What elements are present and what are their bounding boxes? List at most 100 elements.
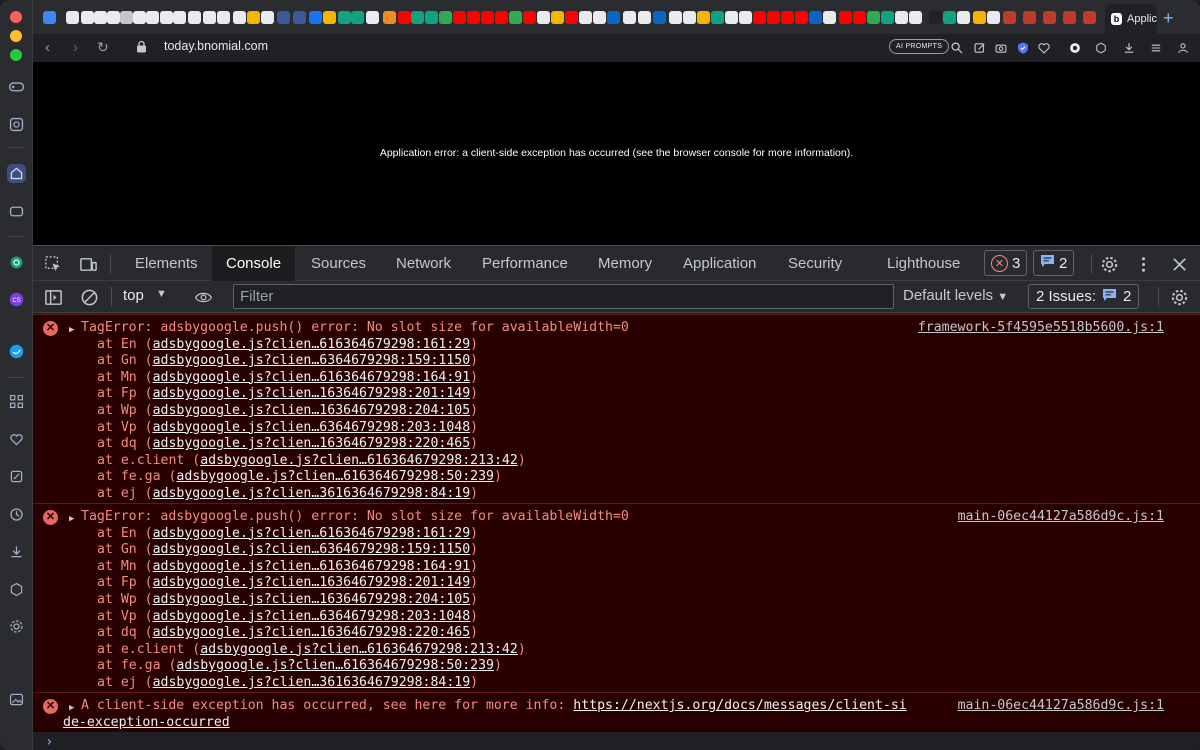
tab-icon-61[interactable] bbox=[929, 11, 942, 24]
error-source-link[interactable]: framework-5f4595e5518b5600.js:1 bbox=[918, 320, 1164, 337]
chatgpt-tab-icon-2[interactable] bbox=[188, 11, 201, 24]
frame-link[interactable]: adsbygoogle.js?clien…6364679298:159:1150 bbox=[153, 353, 471, 368]
tab-icon-38[interactable] bbox=[593, 11, 606, 24]
frame-link[interactable]: adsbygoogle.js?clien…616364679298:50:239 bbox=[176, 469, 494, 484]
nextjs-docs-link-continued[interactable]: de-exception-occurred bbox=[63, 715, 230, 730]
reload-button[interactable]: ↻ bbox=[97, 39, 109, 56]
twitter-icon[interactable] bbox=[7, 342, 26, 361]
home-icon[interactable] bbox=[7, 164, 26, 183]
maximize-window-button[interactable] bbox=[10, 49, 22, 61]
heart-icon[interactable] bbox=[7, 430, 26, 449]
frame-link[interactable]: adsbygoogle.js?clien…3616364679298:84:19 bbox=[153, 486, 471, 501]
github-tab-icon-3[interactable] bbox=[146, 11, 159, 24]
tab-icon-26[interactable] bbox=[425, 11, 438, 24]
frame-link[interactable]: adsbygoogle.js?clien…616364679298:50:239 bbox=[176, 658, 494, 673]
minimize-window-button[interactable] bbox=[10, 30, 22, 42]
youtube-tab-icon-4[interactable] bbox=[481, 11, 494, 24]
github-tab-icon-6[interactable] bbox=[579, 11, 592, 24]
tab-icon-70[interactable] bbox=[1083, 11, 1096, 24]
youtube-tab-icon-10[interactable] bbox=[781, 11, 794, 24]
tab-icon-13[interactable] bbox=[233, 11, 246, 24]
tab-icon-67[interactable] bbox=[1023, 11, 1036, 24]
more-options-icon[interactable] bbox=[1133, 254, 1153, 274]
frame-link[interactable]: adsbygoogle.js?clien…16364679298:201:149 bbox=[153, 575, 471, 590]
frame-link[interactable]: adsbygoogle.js?clien…616364679298:164:91 bbox=[153, 370, 471, 385]
tab-icon-8[interactable] bbox=[160, 11, 173, 24]
lock-icon[interactable] bbox=[136, 40, 147, 58]
menu-icon[interactable] bbox=[1148, 40, 1163, 55]
github-tab-icon-4[interactable] bbox=[203, 11, 216, 24]
frame-link[interactable]: adsbygoogle.js?clien…3616364679298:84:19 bbox=[153, 675, 471, 690]
tab-icon-64[interactable] bbox=[973, 11, 986, 24]
log-levels-dropdown[interactable]: Default levels ▼ bbox=[903, 287, 1008, 304]
tab-console[interactable]: Console bbox=[212, 246, 296, 281]
tab-icon-17[interactable] bbox=[293, 11, 306, 24]
github-tab-icon[interactable] bbox=[66, 11, 79, 24]
youtube-tab-icon-3[interactable] bbox=[467, 11, 480, 24]
tab-icon-54[interactable] bbox=[823, 11, 836, 24]
download-icon[interactable] bbox=[7, 542, 26, 561]
search-icon[interactable] bbox=[949, 40, 964, 55]
profile-icon[interactable] bbox=[1175, 40, 1190, 55]
tab-icon-16[interactable] bbox=[277, 11, 290, 24]
tab-memory[interactable]: Memory bbox=[584, 246, 666, 281]
tab-icon-48[interactable] bbox=[739, 11, 752, 24]
frame-link[interactable]: adsbygoogle.js?clien…16364679298:204:105 bbox=[153, 403, 471, 418]
close-window-button[interactable] bbox=[10, 11, 22, 23]
tab-icon-18[interactable] bbox=[309, 11, 322, 24]
tab-icon-62[interactable] bbox=[943, 11, 956, 24]
x-tab-icon-3[interactable] bbox=[909, 11, 922, 24]
tab-icon-9[interactable] bbox=[173, 11, 186, 24]
tab-icon-59[interactable] bbox=[895, 11, 908, 24]
tab-icon-25[interactable] bbox=[411, 11, 424, 24]
console-prompt-icon[interactable]: › bbox=[45, 734, 53, 750]
image-icon[interactable] bbox=[7, 690, 26, 709]
frame-link[interactable]: adsbygoogle.js?clien…616364679298:213:42 bbox=[200, 453, 518, 468]
linkedin-tab-icon-3[interactable] bbox=[809, 11, 822, 24]
github-tab-icon-2[interactable] bbox=[94, 11, 107, 24]
frame-link[interactable]: adsbygoogle.js?clien…16364679298:204:105 bbox=[153, 592, 471, 607]
heart-icon[interactable] bbox=[1036, 40, 1051, 55]
live-expression-eye-icon[interactable] bbox=[191, 287, 215, 307]
youtube-tab-icon-12[interactable] bbox=[839, 11, 852, 24]
tab-application[interactable]: Application bbox=[669, 246, 770, 281]
frame-link[interactable]: adsbygoogle.js?clien…616364679298:164:91 bbox=[153, 559, 471, 574]
tab-icon-40[interactable] bbox=[623, 11, 636, 24]
frame-link[interactable]: adsbygoogle.js?clien…616364679298:161:29 bbox=[153, 337, 471, 352]
extension-icon[interactable] bbox=[7, 115, 26, 134]
x-tab-icon-2[interactable] bbox=[683, 11, 696, 24]
tab-icon-27[interactable] bbox=[439, 11, 452, 24]
cube-icon[interactable] bbox=[7, 580, 26, 599]
tab-sources[interactable]: Sources bbox=[297, 246, 380, 281]
tab-icon-45[interactable] bbox=[697, 11, 710, 24]
frame-link[interactable]: adsbygoogle.js?clien…6364679298:203:1048 bbox=[153, 609, 471, 624]
tab-security[interactable]: Security bbox=[774, 246, 856, 281]
active-tab[interactable]: b Applic bbox=[1105, 4, 1157, 34]
tab-icon-14[interactable] bbox=[247, 11, 260, 24]
console-settings-icon[interactable] bbox=[1169, 287, 1189, 307]
tab-icon-63[interactable] bbox=[957, 11, 970, 24]
camera-icon[interactable] bbox=[993, 40, 1008, 55]
nextjs-docs-link[interactable]: https://nextjs.org/docs/messages/client-… bbox=[573, 698, 906, 713]
tab-icon-69[interactable] bbox=[1063, 11, 1076, 24]
youtube-tab-icon-11[interactable] bbox=[795, 11, 808, 24]
tab-icon-46[interactable] bbox=[711, 11, 724, 24]
frame-link[interactable]: adsbygoogle.js?clien…16364679298:220:465 bbox=[153, 436, 471, 451]
settings-icon[interactable] bbox=[7, 617, 26, 636]
frame-link[interactable]: adsbygoogle.js?clien…6364679298:203:1048 bbox=[153, 420, 471, 435]
x-tab-icon[interactable] bbox=[638, 11, 651, 24]
frame-link[interactable]: adsbygoogle.js?clien…16364679298:220:465 bbox=[153, 625, 471, 640]
docs-tab-icon[interactable] bbox=[43, 11, 56, 24]
cs-app-icon[interactable]: CS bbox=[7, 290, 26, 309]
address-bar-url[interactable]: today.bnomial.com bbox=[164, 39, 268, 53]
close-devtools-icon[interactable] bbox=[1169, 254, 1189, 274]
github-tab-icon-7[interactable] bbox=[669, 11, 682, 24]
devtools-settings-icon[interactable] bbox=[1099, 254, 1119, 274]
back-button[interactable]: ‹ bbox=[45, 39, 50, 56]
tab-icon-47[interactable] bbox=[725, 11, 738, 24]
tab-icon-34[interactable] bbox=[537, 11, 550, 24]
tab-icon-4[interactable] bbox=[107, 11, 120, 24]
chatgpt-tab-icon-3[interactable] bbox=[338, 11, 351, 24]
ai-prompts-button[interactable]: AI PROMPTS bbox=[889, 39, 950, 54]
tab-icon-58[interactable] bbox=[881, 11, 894, 24]
